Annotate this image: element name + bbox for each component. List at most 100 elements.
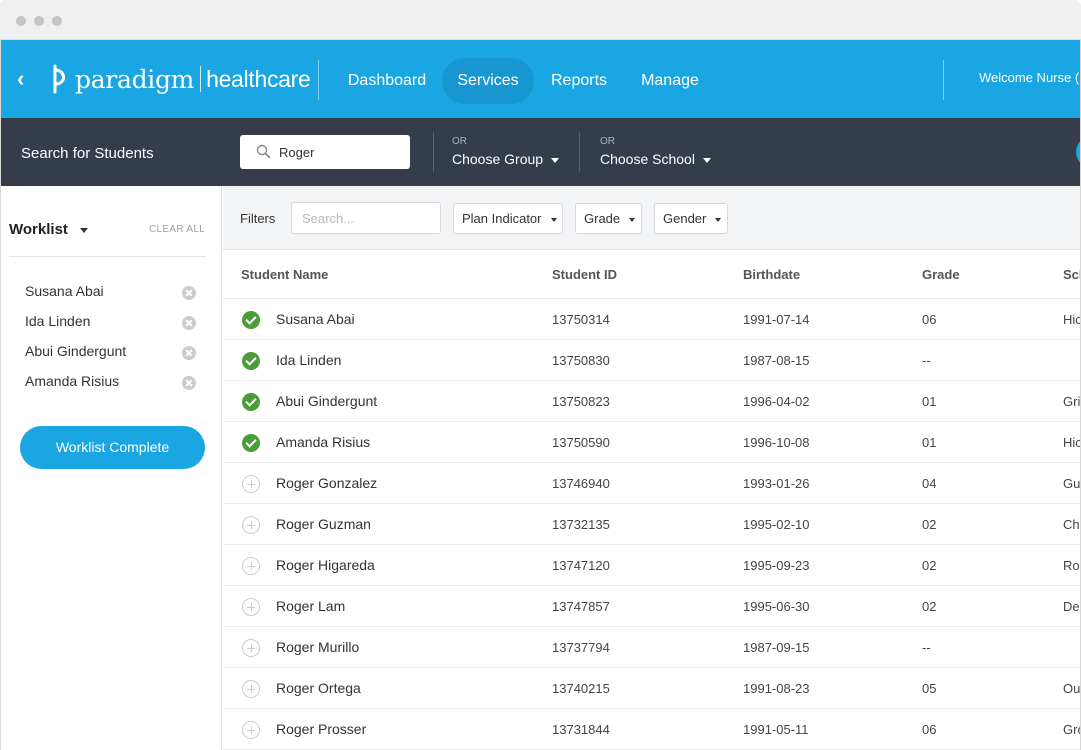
main-content: Filters Search... Plan Indicator Grade G… [223,186,1081,750]
student-id-cell: 13740215 [552,681,610,696]
school-cell: Ros [1063,558,1080,573]
table-row[interactable]: Roger Guzman 13732135 1995-02-10 02 Che [223,504,1080,545]
grade-cell: 02 [922,558,937,573]
school-cell: Gul [1063,476,1081,491]
window-maximize-dot[interactable] [52,16,62,26]
nav-services[interactable]: Services [442,58,534,104]
window-close-dot[interactable] [16,16,26,26]
check-circle-icon[interactable] [242,311,260,329]
choose-school-dropdown[interactable]: Choose School [600,151,711,167]
worklist-dropdown[interactable]: Worklist [9,221,88,238]
table-row[interactable]: Roger Lam 13747857 1995-06-30 02 Del [223,586,1081,627]
top-nav: ‹ paradigm healthcare Dashboard Services… [1,40,1080,118]
add-circle-icon[interactable] [242,598,260,616]
back-icon[interactable]: ‹ [17,66,37,92]
student-name-cell: Roger Ortega [276,680,361,696]
grade-cell: 06 [922,722,937,737]
check-circle-icon[interactable] [242,434,260,452]
worklist-item: Amanda Risius [25,373,200,393]
birthdate-cell: 1995-06-30 [743,599,810,614]
gender-filter-label: Gender [663,211,707,226]
grade-cell: -- [922,640,931,655]
add-circle-icon[interactable] [242,639,260,657]
choose-group-dropdown[interactable]: Choose Group [452,151,560,167]
search-divider [433,132,434,172]
student-name-cell: Roger Guzman [276,516,371,532]
student-search-bar: Search for Students Roger OR Choose Grou… [1,118,1080,186]
remove-icon[interactable] [182,316,196,330]
nav-divider [318,60,319,100]
choose-group-label: Choose Group [452,151,544,167]
nav-reports[interactable]: Reports [539,58,619,104]
chevron-down-icon [79,227,88,233]
table-row[interactable]: Ida Linden 13750830 1987-08-15 -- [223,340,1080,381]
birthdate-cell: 1991-08-23 [743,681,810,696]
add-circle-icon[interactable] [242,721,260,739]
grade-cell: 04 [922,476,937,491]
chevron-down-icon [629,217,636,222]
grade-filter-label: Grade [584,211,621,226]
student-name-cell: Ida Linden [276,352,342,368]
grade-dropdown[interactable]: Grade [575,203,642,234]
student-name-cell: Susana Abai [276,311,355,327]
nav-dashboard[interactable]: Dashboard [337,58,437,104]
remove-icon[interactable] [182,376,196,390]
gender-dropdown[interactable]: Gender [654,203,728,234]
check-circle-icon[interactable] [242,393,260,411]
add-circle-icon[interactable] [242,557,260,575]
column-grade[interactable]: Grade [922,267,960,282]
add-circle-icon[interactable] [242,475,260,493]
welcome-user-menu[interactable]: Welcome Nurse (N [979,70,1080,85]
remove-icon[interactable] [182,286,196,300]
student-name-cell: Amanda Risius [276,434,371,450]
add-circle-icon[interactable] [242,516,260,534]
table-row[interactable]: Roger Gonzalez 13746940 1993-01-26 04 Gul [223,463,1081,504]
school-cell: Gro [1063,722,1080,737]
worklist-item-name: Ida Linden [25,313,91,329]
table-row[interactable]: Roger Prosser 13731844 1991-05-11 06 Gro [223,709,1080,750]
table-row[interactable]: Susana Abai 13750314 1991-07-14 06 Hic [223,299,1080,340]
window-minimize-dot[interactable] [34,16,44,26]
table-row[interactable]: Roger Ortega 13740215 1991-08-23 05 Ou [223,668,1081,709]
table-row[interactable]: Amanda Risius 13750590 1996-10-08 01 Hic [223,422,1080,463]
app-window: ‹ paradigm healthcare Dashboard Services… [0,40,1081,750]
filters-bar: Filters Search... Plan Indicator Grade G… [223,186,1080,250]
plan-indicator-dropdown[interactable]: Plan Indicator [453,203,563,234]
worklist-complete-button[interactable]: Worklist Complete [20,426,205,469]
school-cell: Ou [1063,681,1081,696]
search-action-button[interactable] [1076,136,1080,168]
window-titlebar [0,0,1081,40]
table-row[interactable]: Roger Higareda 13747120 1995-09-23 02 Ros [223,545,1080,586]
check-circle-icon[interactable] [242,352,260,370]
column-school[interactable]: Sch [1063,267,1080,282]
remove-icon[interactable] [182,346,196,360]
student-name-cell: Roger Prosser [276,721,367,737]
student-search-input[interactable]: Roger [240,135,410,169]
clear-all-button[interactable]: CLEAR ALL [149,224,205,235]
filter-search-input[interactable]: Search... [291,202,441,234]
logo[interactable]: paradigm healthcare [51,62,311,96]
or-label: OR [452,136,467,147]
search-divider [579,132,580,172]
student-id-cell: 13737794 [552,640,610,655]
grade-cell: 06 [922,312,937,327]
nav-manage[interactable]: Manage [629,58,711,104]
chevron-down-icon [551,157,560,163]
table-row[interactable]: Abui Gindergunt 13750823 1996-04-02 01 Gri [223,381,1080,422]
column-birthdate[interactable]: Birthdate [743,267,800,282]
worklist-item-name: Amanda Risius [25,373,120,389]
brand-divider [200,66,202,92]
divider [9,256,206,257]
search-icon [256,144,271,159]
column-student-name[interactable]: Student Name [241,267,328,282]
column-student-id[interactable]: Student ID [552,267,617,282]
school-cell: Del [1063,599,1081,614]
table-row[interactable]: Roger Murillo 13737794 1987-09-15 -- [223,627,1080,668]
birthdate-cell: 1995-02-10 [743,517,810,532]
chevron-down-icon [702,157,711,163]
student-name-cell: Roger Murillo [276,639,360,655]
student-id-cell: 13750830 [552,353,610,368]
add-circle-icon[interactable] [242,680,260,698]
grade-cell: 01 [922,435,937,450]
student-id-cell: 13750590 [552,435,610,450]
